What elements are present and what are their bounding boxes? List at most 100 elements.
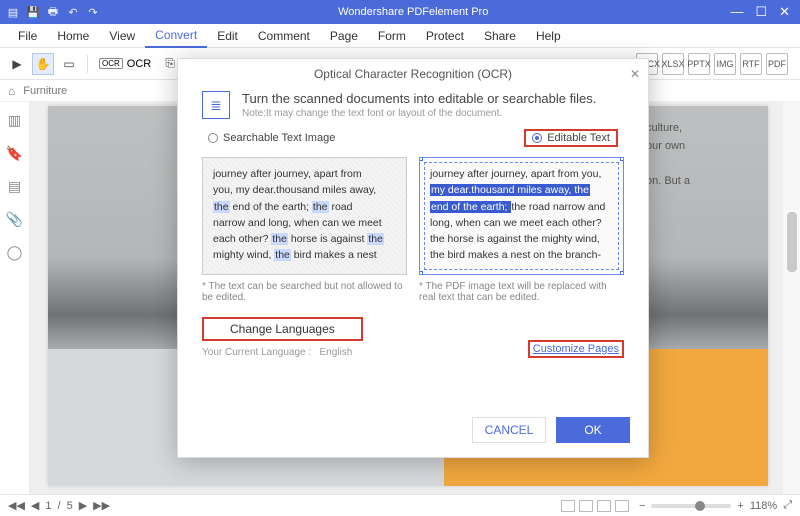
menu-home[interactable]: Home [47,25,99,47]
menu-page[interactable]: Page [320,25,368,47]
radio-icon [532,133,542,143]
customize-pages-link[interactable]: Customize Pages [528,340,624,358]
save-icon[interactable]: 💾 [26,5,40,19]
page-total: 5 [67,500,73,512]
ocr-label: OCR [127,58,151,70]
minimize-icon[interactable]: — [730,4,743,20]
menu-file[interactable]: File [8,25,47,47]
current-language-value: English [320,347,353,358]
page-nav: ◀◀ ◀ 1 / 5 ▶ ▶▶ [8,499,110,512]
dialog-note: Note:It may change the text font or layo… [242,108,596,119]
ocr-dialog: Optical Character Recognition (OCR) ✕ ≣ … [177,58,649,458]
maximize-icon[interactable]: ☐ [755,4,767,20]
zoom-value: 118% [750,500,777,512]
first-page-icon[interactable]: ◀◀ [8,499,25,512]
view-continuous-icon[interactable] [579,500,593,512]
redo-icon[interactable]: ↷ [86,5,100,19]
text-line: long, when can we meet each other? [430,215,613,231]
fullscreen-icon[interactable]: ⤢ [783,499,792,512]
search-icon[interactable]: ◯ [7,244,23,261]
text-line: each other? the horse is against the [213,231,396,247]
preview-captions: * The text can be searched but not allow… [178,281,648,303]
dialog-footer: CANCEL OK [178,407,648,457]
ocr-badge-icon: OCR [99,58,123,69]
ocr-button[interactable]: OCR OCR [95,56,155,72]
handle-icon[interactable] [620,157,624,161]
zoom-in-icon[interactable]: + [737,500,743,512]
menu-help[interactable]: Help [526,25,571,47]
last-page-icon[interactable]: ▶▶ [93,499,110,512]
cancel-button[interactable]: CANCEL [472,417,546,443]
thumbnails-icon[interactable]: ▥ [8,112,21,129]
scrollbar-thumb[interactable] [787,212,797,272]
language-row: Change Languages Your Current Language :… [178,303,648,358]
ok-button[interactable]: OK [556,417,630,443]
handle-icon[interactable] [620,271,624,275]
view-two-icon[interactable] [597,500,611,512]
to-img-icon[interactable]: IMG [714,53,736,75]
current-language: Your Current Language : English [202,347,363,358]
radio-icon [208,133,218,143]
menu-edit[interactable]: Edit [207,25,248,47]
zoom-controls: − + 118% ⤢ [639,499,792,512]
prev-page-icon[interactable]: ◀ [31,499,39,512]
menu-view[interactable]: View [99,25,145,47]
dialog-close-icon[interactable]: ✕ [630,67,640,81]
view-single-icon[interactable] [561,500,575,512]
menu-share[interactable]: Share [474,25,526,47]
zoom-knob[interactable] [695,501,705,511]
text-line: you, my dear.thousand miles away, [213,182,396,198]
separator [87,55,88,73]
pointer-tool-icon[interactable]: ▶ [6,53,28,75]
text-line: the bird makes a nest on the branch- [430,247,613,263]
page-current[interactable]: 1 [45,500,51,512]
current-language-label: Your Current Language : [202,347,311,358]
to-pdf-icon[interactable]: PDF [766,53,788,75]
menu-form[interactable]: Form [368,25,416,47]
undo-icon[interactable]: ↶ [66,5,80,19]
hand-tool-icon[interactable]: ✋ [32,53,54,75]
option-editable-label: Editable Text [547,132,610,144]
change-languages-button[interactable]: Change Languages [202,317,363,341]
handle-icon[interactable] [419,271,423,275]
bookmark-icon[interactable]: 🔖 [6,145,23,162]
attachment-icon[interactable]: 📎 [6,211,23,228]
text-line: journey after journey, apart from [213,166,396,182]
to-rtf-icon[interactable]: RTF [740,53,762,75]
option-editable[interactable]: Editable Text [524,129,618,147]
home-icon[interactable]: ⌂ [8,84,15,98]
page-sep: / [58,500,61,512]
comments-icon[interactable]: ▤ [8,178,21,195]
page-text-fragment: culture, our own on. But a [646,120,746,190]
next-page-icon[interactable]: ▶ [79,499,87,512]
print-icon[interactable]: 🖶 [46,5,60,19]
view-two-cont-icon[interactable] [615,500,629,512]
close-icon[interactable]: ✕ [779,4,790,20]
preview-editable[interactable]: journey after journey, apart from you, m… [419,157,624,275]
menu-protect[interactable]: Protect [416,25,474,47]
text-line: mighty wind, the bird makes a nest [213,247,396,263]
statusbar: ◀◀ ◀ 1 / 5 ▶ ▶▶ − + 118% ⤢ [0,494,800,516]
caption-searchable: * The text can be searched but not allow… [202,281,407,303]
titlebar: ▤ 💾 🖶 ↶ ↷ Wondershare PDFelement Pro — ☐… [0,0,800,24]
app-icon: ▤ [6,5,20,19]
text-line: end of the earth; the road narrow and [430,199,613,215]
customize-pages-label[interactable]: Customize Pages [533,343,619,355]
handle-icon[interactable] [419,157,423,161]
quick-access: ▤ 💾 🖶 ↶ ↷ [0,5,106,19]
menubar: File Home View Convert Edit Comment Page… [0,24,800,48]
breadcrumb-item[interactable]: Furniture [23,85,67,97]
option-searchable[interactable]: Searchable Text Image [208,129,335,147]
menu-convert[interactable]: Convert [145,24,207,48]
menu-comment[interactable]: Comment [248,25,320,47]
text-line: the end of the earth; the road [213,199,396,215]
ocr-previews: journey after journey, apart from you, m… [178,151,648,281]
text-line: my dear.thousand miles away, the [430,182,613,198]
zoom-slider[interactable] [651,504,731,508]
selection-tool-icon[interactable]: ▭ [58,53,80,75]
zoom-out-icon[interactable]: − [639,500,645,512]
to-pptx-icon[interactable]: PPTX [688,53,710,75]
caption-editable: * The PDF image text will be replaced wi… [419,281,624,303]
to-xlsx-icon[interactable]: XLSX [662,53,684,75]
text-line: on. But a [646,173,746,191]
